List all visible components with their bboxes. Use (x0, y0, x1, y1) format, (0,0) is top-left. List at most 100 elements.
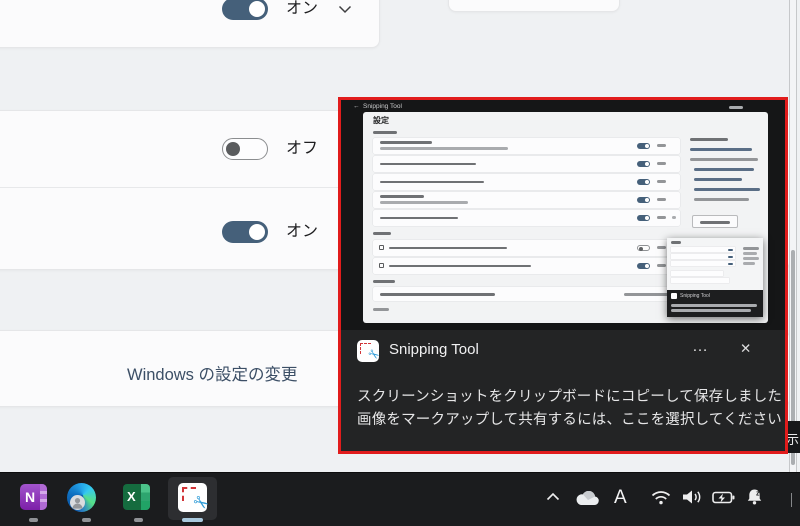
wifi-icon[interactable] (651, 490, 671, 505)
volume-icon[interactable] (682, 489, 704, 505)
snipping-tool-notification[interactable]: ← Snipping Tool 設定 Snipping Tool ✂ Snipp… (338, 97, 788, 454)
text-line-skeleton (380, 293, 495, 296)
toggle-row1-label: オン (286, 0, 319, 17)
mini-row-icon (379, 263, 384, 268)
mini-on-label-skeleton (657, 180, 666, 183)
text-line-skeleton (380, 195, 424, 198)
tray-chevron-up-icon[interactable] (546, 492, 560, 501)
nested-notification-bar: Snipping Tool (667, 290, 763, 317)
chevron-down-icon[interactable] (338, 1, 352, 19)
nested-text-skeleton (671, 309, 751, 312)
scissors-icon: ✂ (188, 490, 213, 516)
help-link-skeleton (694, 188, 760, 191)
thumbnail-about-row (373, 287, 680, 301)
notification-line1: スクリーンショットをクリップボードにコピーして保存しました (357, 389, 783, 405)
text-line-skeleton (380, 216, 458, 219)
taskbar: N X ✂ A z (0, 472, 800, 526)
text-line-skeleton (380, 147, 508, 150)
avatar-badge (70, 495, 85, 510)
excel-letter: X (127, 489, 136, 504)
battery-icon[interactable] (712, 491, 735, 504)
screenshot-thumbnail[interactable]: ← Snipping Tool 設定 Snipping Tool (341, 100, 785, 330)
settings-card-sliver (448, 0, 620, 12)
footer-label-skeleton (373, 308, 389, 311)
onenote-strip (40, 484, 47, 510)
section-label-skeleton (373, 280, 395, 283)
onenote-letter: N (25, 489, 36, 505)
thumbnail-setting-row (373, 174, 680, 190)
snipping-tool-icon: ✂ (178, 483, 213, 516)
window-controls-skeleton (729, 106, 743, 109)
onedrive-cloud-icon[interactable] (574, 491, 600, 506)
running-indicator (28, 518, 38, 522)
nested-mini-screenshot (667, 238, 763, 290)
thumbnail-window-title: Snipping Tool (363, 103, 402, 110)
nested-snip-icon (671, 293, 677, 299)
mini-on-label-skeleton (657, 246, 666, 249)
mini-on-label-skeleton (657, 162, 666, 165)
bell-dnd-icon[interactable]: z (745, 488, 764, 505)
toggle-row3-on[interactable] (222, 221, 268, 243)
desktop-screen: オン オフ オン Windows の設定の変更 示 ← Snipping Too… (0, 0, 800, 526)
nested-text-skeleton (671, 304, 757, 307)
help-link-skeleton (690, 148, 752, 151)
notification-line2: 画像をマークアップして共有するには、ここを選択してください (357, 412, 782, 428)
mini-toggle-on (637, 161, 650, 167)
mini-toggle-on (637, 263, 650, 269)
snip-dash-left (182, 487, 184, 501)
ime-mode-indicator[interactable]: A (614, 487, 627, 509)
close-button[interactable]: ✕ (740, 341, 751, 357)
notification-title: Snipping Tool (389, 341, 479, 358)
text-line-skeleton (380, 201, 468, 204)
mini-row-icon (379, 245, 384, 250)
text-line-skeleton (389, 264, 531, 267)
onenote-notch (40, 499, 47, 502)
section-label-skeleton (373, 232, 391, 235)
mini-toggle-off (637, 245, 650, 251)
active-indicator (182, 518, 203, 522)
thumbnail-setting-row (373, 192, 680, 208)
mini-pill (728, 248, 733, 251)
help-link-skeleton (694, 198, 749, 201)
mini-row-skeleton (671, 278, 729, 283)
toggle-row2-label: オフ (286, 140, 319, 157)
scissors-icon: ✂ (365, 345, 383, 364)
text-line-skeleton (380, 162, 476, 165)
page-scrollbar[interactable] (789, 0, 797, 472)
mini-row-skeleton (671, 271, 723, 276)
running-indicator (81, 518, 91, 522)
feedback-button-skeleton (692, 215, 738, 228)
mini-on-label-skeleton (657, 198, 666, 201)
snip-dash-top (182, 487, 196, 489)
help-link-skeleton (694, 178, 742, 181)
text-line-skeleton (671, 241, 681, 244)
onenote-app-icon[interactable]: N (20, 484, 47, 510)
text-line-skeleton (389, 246, 507, 249)
snipping-tool-taskbar-button[interactable]: ✂ (168, 477, 217, 520)
thumbnail-setting-row (373, 258, 680, 274)
mini-col-skeleton (743, 247, 759, 250)
snip-dash-top (360, 343, 371, 344)
text-line-skeleton (380, 180, 484, 183)
thumbnail-setting-row (373, 240, 680, 256)
change-windows-settings-link[interactable]: Windows の設定の変更 (127, 361, 298, 385)
more-options-button[interactable]: … (692, 338, 710, 356)
toggle-row2-off[interactable] (222, 138, 268, 160)
thumbnail-setting-row (373, 138, 680, 154)
mini-on-label-skeleton (657, 144, 666, 147)
edge-app-icon[interactable] (67, 483, 96, 512)
toggle-row3-label: オン (286, 223, 319, 240)
mini-row-skeleton (671, 261, 735, 266)
text-line-skeleton (624, 293, 672, 296)
text-line-skeleton (380, 141, 432, 144)
excel-app-icon[interactable]: X (123, 484, 150, 510)
mini-toggle-on (637, 197, 650, 203)
svg-text:z: z (756, 491, 760, 498)
mini-col-skeleton (743, 262, 755, 265)
show-desktop-divider[interactable] (791, 493, 792, 507)
snipping-tool-icon: ✂ (357, 340, 383, 364)
snip-dash-left (360, 343, 361, 354)
toggle-row1-on[interactable] (222, 0, 268, 20)
section-label-skeleton (373, 131, 397, 134)
mini-on-label-skeleton (657, 264, 666, 267)
